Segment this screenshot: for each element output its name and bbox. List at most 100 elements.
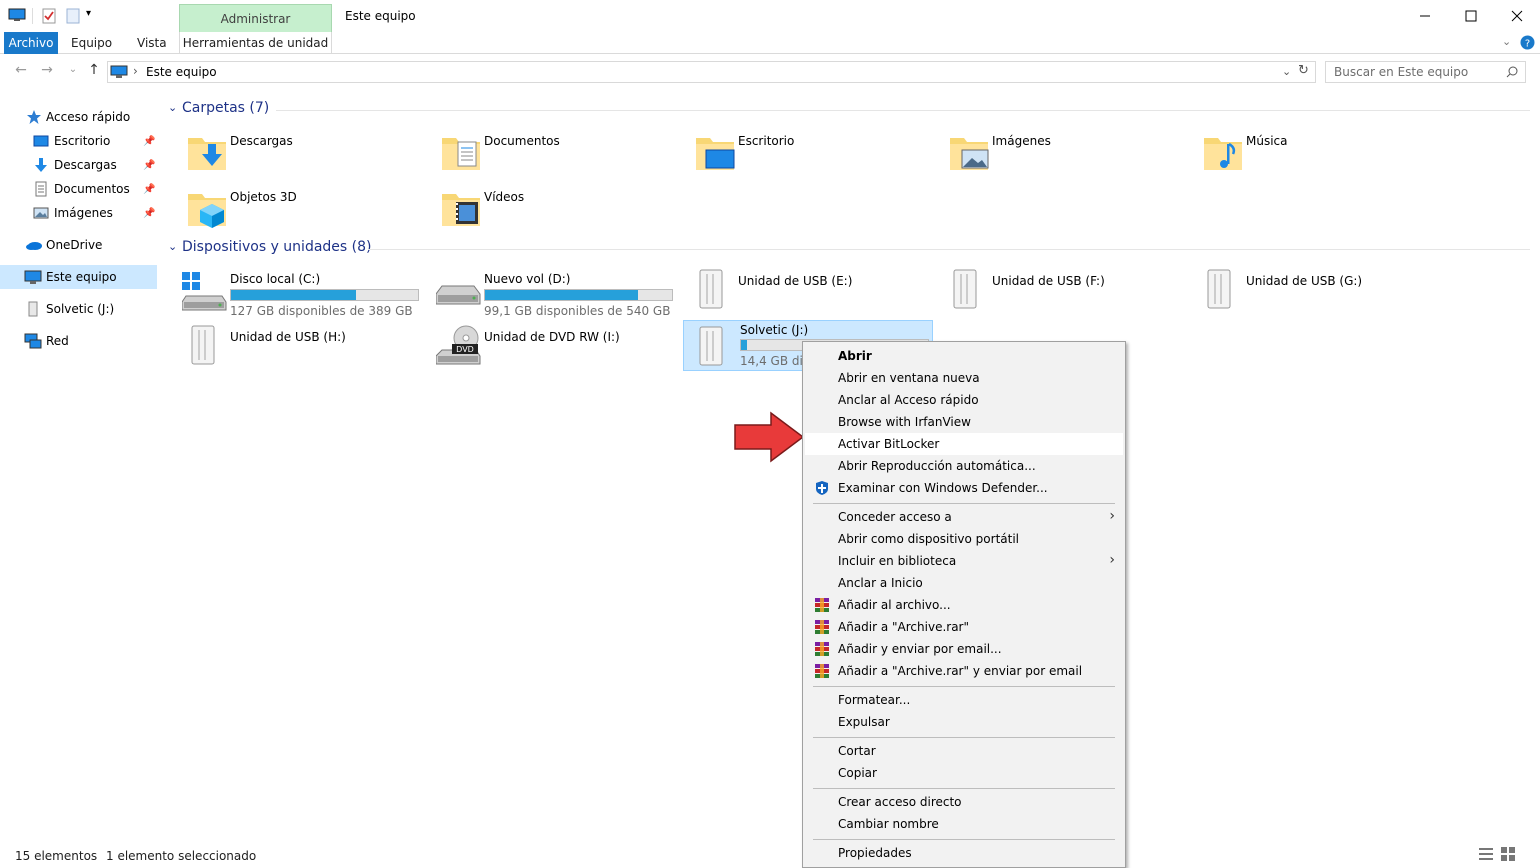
folder-escritorio[interactable]: Escritorio xyxy=(690,128,944,180)
folder-documentos[interactable]: Documentos xyxy=(436,128,690,180)
menu-item-reproduccion-automatica[interactable]: Abrir Reproducción automática... xyxy=(805,455,1123,477)
folder-name: Vídeos xyxy=(484,190,525,204)
folder-descargas[interactable]: Descargas xyxy=(182,128,436,180)
close-button[interactable] xyxy=(1494,0,1540,32)
sidebar-item-documentos[interactable]: Documentos 📌 xyxy=(0,177,157,201)
drive-c[interactable]: Disco local (C:) 127 GB disponibles de 3… xyxy=(182,266,436,318)
folder-videos[interactable]: Vídeos xyxy=(436,184,690,236)
collapse-chevron-icon[interactable]: ⌄ xyxy=(168,240,177,253)
breadcrumb[interactable]: Este equipo xyxy=(146,65,217,79)
address-bar[interactable]: › Este equipo ⌄ ↻ xyxy=(107,61,1316,83)
menu-item-propiedades[interactable]: Propiedades xyxy=(805,842,1123,864)
sidebar-item-label: Acceso rápido xyxy=(46,110,131,124)
tab-equipo[interactable]: Equipo xyxy=(71,32,112,54)
sidebar-item-este-equipo[interactable]: Este equipo xyxy=(0,265,157,289)
window-title: Este equipo xyxy=(345,9,416,23)
menu-item-activar-bitlocker[interactable]: Activar BitLocker xyxy=(805,433,1123,455)
drive-d[interactable]: Nuevo vol (D:) 99,1 GB disponibles de 54… xyxy=(436,266,690,318)
details-view-button[interactable] xyxy=(1478,846,1494,862)
refresh-icon[interactable]: ↻ xyxy=(1298,63,1309,78)
pin-icon: 📌 xyxy=(143,207,156,219)
folder-imagenes[interactable]: Imágenes xyxy=(944,128,1198,180)
collapse-chevron-icon[interactable]: ⌄ xyxy=(168,101,177,114)
customize-qat-icon[interactable]: ▾ xyxy=(86,8,91,19)
menu-item-abrir-ventana-nueva[interactable]: Abrir en ventana nueva xyxy=(805,367,1123,389)
document-icon xyxy=(35,181,47,197)
forward-arrow-icon[interactable]: → xyxy=(38,62,56,82)
menu-item-crear-acceso-directo[interactable]: Crear acceso directo xyxy=(805,791,1123,813)
menu-item-anadir-archivo[interactable]: Añadir al archivo... xyxy=(805,594,1123,616)
usb-drive-icon xyxy=(28,301,38,317)
details-view-icon xyxy=(1479,848,1493,860)
large-icons-view-button[interactable] xyxy=(1500,846,1516,862)
sidebar-item-imagenes[interactable]: Imágenes 📌 xyxy=(0,201,157,225)
folder-name: Objetos 3D xyxy=(230,190,297,204)
drive-usage-fill xyxy=(231,290,357,300)
menu-item-abrir[interactable]: Abrir xyxy=(805,345,1123,367)
svg-text:DVD: DVD xyxy=(456,345,474,354)
menu-item-copiar[interactable]: Copiar xyxy=(805,762,1123,784)
address-dropdown-icon[interactable]: ⌄ xyxy=(1282,65,1291,78)
pictures-folder-icon xyxy=(950,138,989,170)
drive-name: Solvetic (J:) xyxy=(740,323,809,337)
drive-g[interactable]: Unidad de USB (G:) xyxy=(1198,266,1452,318)
breadcrumb-chevron-icon[interactable]: › xyxy=(133,64,138,78)
menu-item-anadir-archive-rar[interactable]: Añadir a "Archive.rar" xyxy=(805,616,1123,638)
folders-group-header[interactable]: Carpetas (7) xyxy=(182,100,269,116)
pointer-arrow-icon xyxy=(734,411,805,463)
menu-item-expulsar[interactable]: Expulsar xyxy=(805,711,1123,733)
sidebar-item-label: Imágenes xyxy=(54,206,113,220)
usb-drive-icon xyxy=(699,326,723,366)
folder-name: Escritorio xyxy=(738,134,795,148)
up-arrow-icon[interactable]: ↑ xyxy=(85,62,103,82)
recent-locations-icon[interactable]: ⌄ xyxy=(64,64,82,84)
tab-archivo[interactable]: Archivo xyxy=(4,32,58,54)
help-icon[interactable]: ? xyxy=(1520,35,1535,50)
pin-icon: 📌 xyxy=(143,135,156,147)
menu-item-anclar-inicio[interactable]: Anclar a Inicio xyxy=(805,572,1123,594)
menu-item-browse-irfanview[interactable]: Browse with IrfanView xyxy=(805,411,1123,433)
tab-vista[interactable]: Vista xyxy=(137,32,167,54)
minimize-button[interactable] xyxy=(1402,0,1448,32)
selection-count: 1 elemento seleccionado xyxy=(106,849,257,863)
computer-icon[interactable] xyxy=(8,8,26,22)
drive-i[interactable]: DVD Unidad de DVD RW (I:) xyxy=(436,322,690,374)
menu-item-windows-defender[interactable]: Examinar con Windows Defender... xyxy=(805,477,1123,499)
ribbon-expand-icon[interactable]: ⌄ xyxy=(1502,35,1511,48)
menu-item-dispositivo-portatil[interactable]: Abrir como dispositivo portátil xyxy=(805,528,1123,550)
winrar-icon xyxy=(815,642,829,656)
properties-icon[interactable] xyxy=(42,8,56,24)
menu-item-conceder-acceso[interactable]: Conceder acceso a › xyxy=(805,506,1123,528)
menu-item-anclar-acceso-rapido[interactable]: Anclar al Acceso rápido xyxy=(805,389,1123,411)
drive-free-space: 99,1 GB disponibles de 540 GB xyxy=(484,304,671,318)
sidebar-item-onedrive[interactable]: OneDrive xyxy=(0,233,157,257)
sidebar-item-acceso-rapido[interactable]: Acceso rápido xyxy=(0,105,157,129)
menu-item-cambiar-nombre[interactable]: Cambiar nombre xyxy=(805,813,1123,835)
search-input[interactable]: Buscar en Este equipo xyxy=(1325,61,1526,83)
manage-context-tab[interactable]: Administrar xyxy=(179,4,332,32)
drive-e[interactable]: Unidad de USB (E:) xyxy=(690,266,944,318)
drive-h[interactable]: Unidad de USB (H:) xyxy=(182,322,436,374)
sidebar-item-red[interactable]: Red xyxy=(0,329,157,353)
dvd-drive-icon: DVD xyxy=(436,325,481,365)
folder-objetos-3d[interactable]: Objetos 3D xyxy=(182,184,436,236)
sidebar-item-solvetic[interactable]: Solvetic (J:) xyxy=(0,297,157,321)
drive-f[interactable]: Unidad de USB (F:) xyxy=(944,266,1198,318)
maximize-button[interactable] xyxy=(1448,0,1494,32)
status-bar: 15 elementos 1 elemento seleccionado xyxy=(0,846,800,868)
sidebar-item-escritorio[interactable]: Escritorio 📌 xyxy=(0,129,157,153)
drive-free-space: 127 GB disponibles de 389 GB xyxy=(230,304,413,318)
drive-name: Unidad de USB (G:) xyxy=(1246,274,1363,288)
devices-group-header[interactable]: Dispositivos y unidades (8) xyxy=(182,239,372,255)
back-arrow-icon[interactable]: ← xyxy=(12,62,30,82)
menu-item-incluir-biblioteca[interactable]: Incluir en biblioteca › xyxy=(805,550,1123,572)
menu-item-anadir-enviar-email[interactable]: Añadir y enviar por email... xyxy=(805,638,1123,660)
sidebar-item-descargas[interactable]: Descargas 📌 xyxy=(0,153,157,177)
menu-item-cortar[interactable]: Cortar xyxy=(805,740,1123,762)
menu-item-anadir-rar-enviar-email[interactable]: Añadir a "Archive.rar" y enviar por emai… xyxy=(805,660,1123,682)
computer-icon xyxy=(24,270,42,284)
network-icon xyxy=(24,333,42,349)
folder-musica[interactable]: Música xyxy=(1198,128,1452,180)
new-folder-icon[interactable] xyxy=(66,8,80,24)
menu-item-formatear[interactable]: Formatear... xyxy=(805,689,1123,711)
